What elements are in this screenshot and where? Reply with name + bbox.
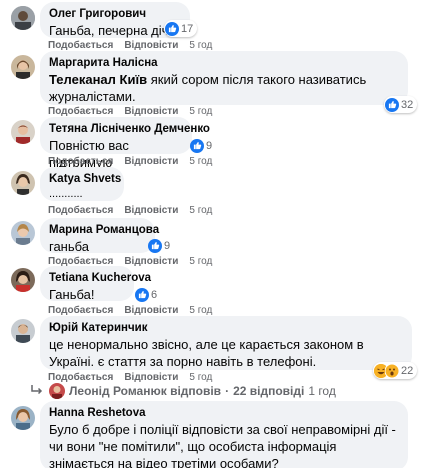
replier-name: Леонід Романюк відповів <box>69 384 222 398</box>
like-button[interactable]: Подобається <box>48 305 113 316</box>
like-button[interactable]: Подобається <box>48 156 113 167</box>
comment-text: це ненормально звісно, але це карається … <box>49 337 364 369</box>
like-icon <box>385 97 399 112</box>
reply-arrow-icon <box>30 384 44 399</box>
comment-author[interactable]: Katya Shvets <box>49 172 121 187</box>
view-replies-link[interactable]: Леонід Романюк відповів · 22 відповіді 1… <box>30 383 336 399</box>
comment-bubble: Марина Романцова ганьба <box>40 218 159 254</box>
reply-button[interactable]: Відповісти <box>124 305 178 316</box>
comment-bubble: Hanna Reshetova Було б добре і поліції в… <box>40 401 408 468</box>
avatar[interactable] <box>11 268 35 292</box>
comment-author[interactable]: Юрій Катеринчик <box>49 321 402 336</box>
reaction-count: 9 <box>164 239 171 252</box>
comment-text: Телеканал Київ який сором після такого н… <box>49 71 398 105</box>
reaction-badge[interactable]: 32 <box>384 96 418 113</box>
reaction-count: 32 <box>401 98 414 111</box>
avatar[interactable] <box>11 406 35 430</box>
comment-author[interactable]: Марина Романцова <box>49 223 159 238</box>
like-icon <box>165 21 179 36</box>
comment-author[interactable]: Tetiana Kucherova <box>49 271 151 286</box>
like-icon <box>135 287 149 302</box>
comment-text: Було б добре і поліції відповісти за сво… <box>49 422 396 468</box>
reply-count: 22 відповіді <box>233 384 305 398</box>
comment-author[interactable]: Маргарита Налісна <box>49 56 398 71</box>
timestamp[interactable]: 5 год <box>189 156 212 167</box>
avatar[interactable] <box>11 221 35 245</box>
like-icon <box>148 238 162 253</box>
timestamp[interactable]: 5 год <box>189 106 212 117</box>
reply-button[interactable]: Відповісти <box>124 372 178 383</box>
reply-button[interactable]: Відповісти <box>124 256 178 267</box>
comment-author[interactable]: Олег Григорович <box>49 7 180 22</box>
comment-bubble: Тетяна Лісніченко Демченко Повністю вас … <box>40 117 210 170</box>
reaction-count: 22 <box>401 364 414 377</box>
avatar[interactable] <box>11 6 35 30</box>
timestamp[interactable]: 5 год <box>189 305 212 316</box>
timestamp: 1 год <box>308 384 336 398</box>
reply-button[interactable]: Відповісти <box>124 156 178 167</box>
like-button[interactable]: Подобається <box>48 40 113 51</box>
like-button[interactable]: Подобається <box>48 372 113 383</box>
comment-bubble: Юрій Катеринчик це ненормально звісно, а… <box>40 316 412 370</box>
reaction-badge[interactable]: 22 <box>373 362 418 379</box>
comment-text: ........... <box>49 188 83 200</box>
comment-bubble: Tetiana Kucherova Ганьба! <box>40 266 151 302</box>
like-button[interactable]: Подобається <box>48 205 113 216</box>
timestamp[interactable]: 5 год <box>189 40 212 51</box>
reaction-badge[interactable]: 9 <box>148 237 170 254</box>
comment-actions: Подобається Відповісти 5 год <box>48 205 212 217</box>
comment-bubble: Маргарита Налісна Телеканал Київ який со… <box>40 51 408 105</box>
wow-icon <box>385 363 399 378</box>
like-icon <box>190 138 204 153</box>
avatar[interactable] <box>11 120 35 144</box>
separator: · <box>225 384 230 398</box>
reply-button[interactable]: Відповісти <box>124 40 178 51</box>
comment-text: ганьба <box>49 239 90 254</box>
avatar[interactable] <box>11 55 35 79</box>
reply-button[interactable]: Відповісти <box>124 205 178 216</box>
mention-link[interactable]: Телеканал Київ <box>49 72 147 87</box>
reaction-count: 6 <box>151 288 158 301</box>
like-button[interactable]: Подобається <box>48 106 113 117</box>
reaction-badge[interactable]: 17 <box>164 20 198 37</box>
timestamp[interactable]: 5 год <box>189 256 212 267</box>
comment-text: Ганьба! <box>49 287 95 302</box>
avatar[interactable] <box>11 319 35 343</box>
comment-bubble: Katya Shvets ........... <box>40 167 124 201</box>
reaction-count: 9 <box>206 139 213 152</box>
avatar <box>49 383 65 399</box>
reaction-badge[interactable]: 9 <box>190 137 212 154</box>
comment-author[interactable]: Тетяна Лісніченко Демченко <box>49 122 210 137</box>
timestamp[interactable]: 5 год <box>189 372 212 383</box>
timestamp[interactable]: 5 год <box>189 205 212 216</box>
comment-author[interactable]: Hanna Reshetova <box>49 406 398 421</box>
reaction-badge[interactable]: 6 <box>135 286 157 303</box>
reply-button[interactable]: Відповісти <box>124 106 178 117</box>
reaction-count: 17 <box>181 22 194 35</box>
avatar[interactable] <box>11 171 35 195</box>
comment-text: Ганьба, печерна дічь <box>49 23 176 38</box>
